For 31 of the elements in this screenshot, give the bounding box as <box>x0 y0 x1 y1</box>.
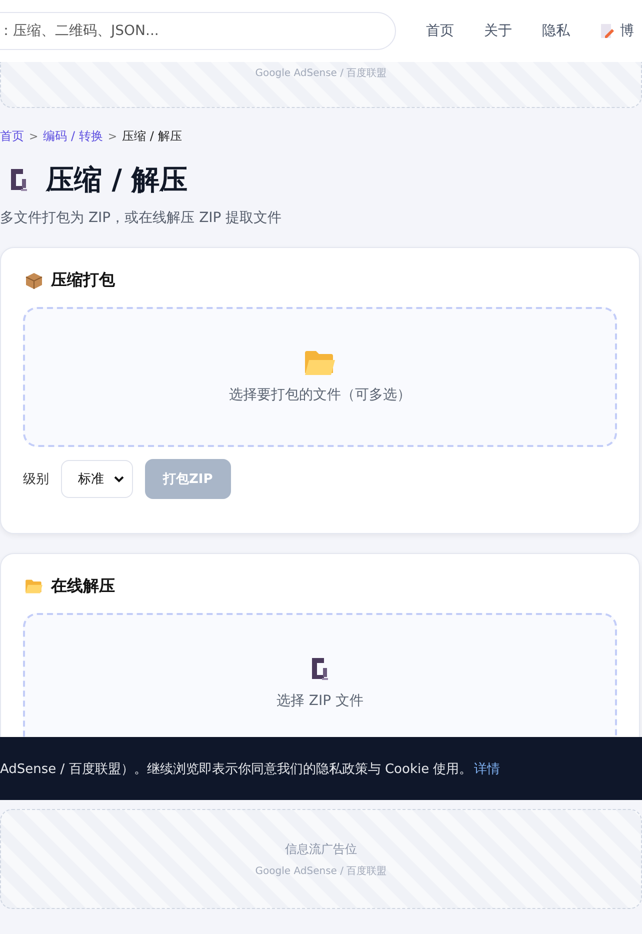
clamp-icon <box>8 167 30 193</box>
level-select[interactable]: 标准 <box>61 460 133 498</box>
box-icon <box>25 272 43 290</box>
chevron-down-icon <box>114 476 124 482</box>
folder-icon <box>304 350 336 376</box>
dropzone-label: 选择 ZIP 文件 <box>276 692 364 710</box>
breadcrumb-separator: > <box>108 130 118 143</box>
folder-icon <box>25 579 43 594</box>
clamp-icon <box>309 656 331 682</box>
blog-link[interactable]: 博 <box>600 22 634 40</box>
breadcrumb-link[interactable]: 首页 <box>0 128 24 145</box>
ad-title: 信息流广告位 <box>285 840 357 858</box>
search-field[interactable]: ：压缩、二维码、JSON... <box>0 12 396 50</box>
breadcrumb-link[interactable]: 编码 / 转换 <box>43 128 103 145</box>
nav-link[interactable]: 首页 <box>426 22 454 40</box>
card-heading: 压缩打包 <box>51 270 115 291</box>
page-subtitle: 多文件打包为 ZIP，或在线解压 ZIP 提取文件 <box>0 209 283 227</box>
breadcrumb-separator: > <box>29 130 38 143</box>
dropzone-label: 选择要打包的文件（可多选） <box>229 386 411 404</box>
breadcrumb-current: 压缩 / 解压 <box>122 128 182 145</box>
card-heading: 在线解压 <box>51 576 115 597</box>
ad-caption: Google AdSense / 百度联盟 <box>255 864 387 878</box>
ad-caption: Google AdSense / 百度联盟 <box>255 66 387 80</box>
document-pen-icon <box>600 23 614 39</box>
cookie-notice: AdSense / 百度联盟）。继续浏览即表示你同意我们的隐私政策与 Cookie 使用。 <box>0 760 472 778</box>
nav-link[interactable]: 关于 <box>484 22 512 40</box>
level-label: 级别 <box>23 471 49 488</box>
nav-link[interactable]: 隐私 <box>542 22 570 40</box>
file-dropzone[interactable]: 选择要打包的文件（可多选） <box>23 307 617 447</box>
details-link[interactable]: 详情 <box>474 760 500 778</box>
page-title: 压缩 / 解压 <box>46 162 188 198</box>
